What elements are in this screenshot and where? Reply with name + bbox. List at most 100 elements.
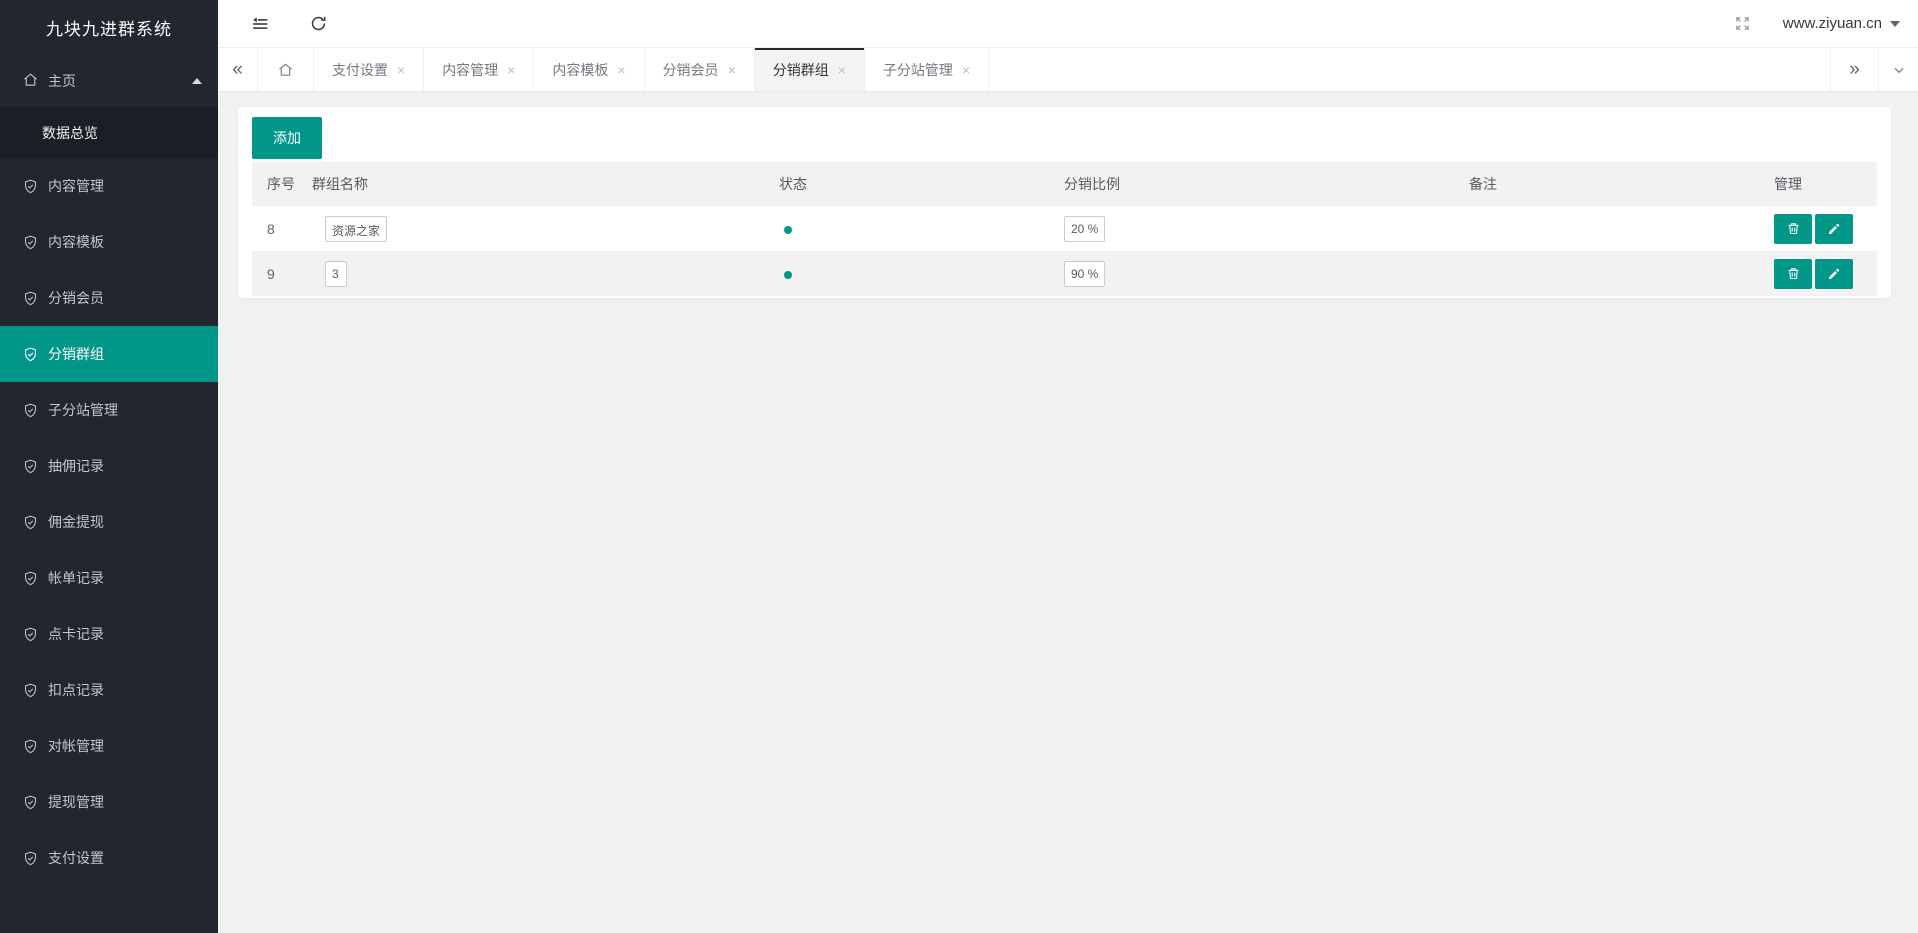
sidebar-item-label: 主页 xyxy=(48,71,192,91)
main-content: 添加 序号 群组名称 状态 分销比例 备注 管理 xyxy=(218,92,1918,933)
tabbar-spacer xyxy=(989,48,1830,91)
col-header-ratio: 分销比例 xyxy=(1049,162,1454,206)
tab-distribution-group[interactable]: 分销群组 × xyxy=(755,48,865,91)
edit-button[interactable] xyxy=(1815,214,1853,244)
table-header-row: 序号 群组名称 状态 分销比例 备注 管理 xyxy=(252,162,1877,206)
ratio-field[interactable]: 90 % xyxy=(1064,261,1105,287)
home-tab[interactable] xyxy=(258,48,314,91)
sidebar-item-data-overview[interactable]: 数据总览 xyxy=(0,107,218,158)
remark-cell xyxy=(1454,251,1759,296)
row-index: 8 xyxy=(252,206,297,251)
trash-icon xyxy=(1786,221,1801,236)
add-button[interactable]: 添加 xyxy=(252,117,322,159)
tabs-scroll-right-button[interactable]: » xyxy=(1830,48,1878,91)
refresh-icon[interactable] xyxy=(304,10,332,38)
shield-check-icon xyxy=(22,626,39,643)
sidebar-item-label: 支付设置 xyxy=(48,848,104,868)
collapse-menu-icon[interactable] xyxy=(246,10,274,38)
sidebar-item-label: 对帐管理 xyxy=(48,736,104,756)
sidebar-item-label: 内容管理 xyxy=(48,176,104,196)
app-title: 九块九进群系统 xyxy=(0,0,218,55)
sidebar-item-distribution-group[interactable]: 分销群组 xyxy=(0,326,218,382)
app-window: 九块九进群系统 主页 数据总览 内容管理 内容模板 分销会员 分销群组 xyxy=(0,0,1918,933)
sidebar: 九块九进群系统 主页 数据总览 内容管理 内容模板 分销会员 分销群组 xyxy=(0,0,218,933)
home-icon xyxy=(277,61,294,78)
shield-check-icon xyxy=(22,570,39,587)
tab-label: 子分站管理 xyxy=(883,60,953,80)
edit-button[interactable] xyxy=(1815,259,1853,289)
ratio-field[interactable]: 20 % xyxy=(1064,216,1105,242)
group-name-field[interactable]: 3 xyxy=(325,261,347,287)
sidebar-item-card-record[interactable]: 点卡记录 xyxy=(0,606,218,662)
sidebar-item-label: 分销群组 xyxy=(48,344,104,364)
col-header-index: 序号 xyxy=(252,162,297,206)
tabs-scroll-left-button[interactable]: « xyxy=(218,48,258,91)
col-header-remark: 备注 xyxy=(1454,162,1759,206)
sidebar-item-commission-withdraw[interactable]: 佣金提现 xyxy=(0,494,218,550)
sidebar-item-content-template[interactable]: 内容模板 xyxy=(0,214,218,270)
distribution-group-panel: 添加 序号 群组名称 状态 分销比例 备注 管理 xyxy=(238,107,1891,298)
tabbar: « 支付设置 × 内容管理 × 内容模板 × 分销会员 × 分销群组 × 子分站… xyxy=(218,48,1918,92)
tab-substation-manage[interactable]: 子分站管理 × xyxy=(865,48,989,91)
shield-check-icon xyxy=(22,682,39,699)
sidebar-item-label: 点卡记录 xyxy=(48,624,104,644)
chevron-down-icon xyxy=(1891,62,1907,78)
tab-content-manage[interactable]: 内容管理 × xyxy=(424,48,534,91)
pencil-icon xyxy=(1827,267,1841,281)
sidebar-item-reconciliation-manage[interactable]: 对帐管理 xyxy=(0,718,218,774)
pencil-icon xyxy=(1827,222,1841,236)
close-icon[interactable]: × xyxy=(728,63,736,77)
fullscreen-icon[interactable] xyxy=(1729,10,1757,38)
close-icon[interactable]: × xyxy=(397,63,405,77)
row-index: 9 xyxy=(252,251,297,296)
home-icon xyxy=(22,71,39,91)
sidebar-item-label: 帐单记录 xyxy=(48,568,104,588)
shield-check-icon xyxy=(22,458,39,475)
tab-label: 分销会员 xyxy=(663,60,719,80)
sidebar-item-substation-manage[interactable]: 子分站管理 xyxy=(0,382,218,438)
sidebar-item-withdraw-manage[interactable]: 提现管理 xyxy=(0,774,218,830)
sidebar-item-label: 佣金提现 xyxy=(48,512,104,532)
shield-check-icon xyxy=(22,346,39,363)
shield-check-icon xyxy=(22,514,39,531)
sidebar-item-commission-record[interactable]: 抽佣记录 xyxy=(0,438,218,494)
shield-check-icon xyxy=(22,178,39,195)
sidebar-item-content-manage[interactable]: 内容管理 xyxy=(0,158,218,214)
sidebar-item-label: 抽佣记录 xyxy=(48,456,104,476)
sidebar-item-payment-settings[interactable]: 支付设置 xyxy=(0,830,218,886)
tab-label: 内容模板 xyxy=(552,60,608,80)
site-dropdown-value: www.ziyuan.cn xyxy=(1783,15,1882,32)
shield-check-icon xyxy=(22,290,39,307)
shield-check-icon xyxy=(22,850,39,867)
site-dropdown[interactable]: www.ziyuan.cn xyxy=(1783,15,1900,32)
group-name-field[interactable]: 资源之家 xyxy=(325,216,387,242)
tab-content-template[interactable]: 内容模板 × xyxy=(534,48,644,91)
tab-payment-settings[interactable]: 支付设置 × xyxy=(314,48,424,91)
shield-check-icon xyxy=(22,738,39,755)
sidebar-item-bill-record[interactable]: 帐单记录 xyxy=(0,550,218,606)
sidebar-item-deduct-record[interactable]: 扣点记录 xyxy=(0,662,218,718)
sidebar-item-home[interactable]: 主页 xyxy=(0,55,218,107)
trash-icon xyxy=(1786,266,1801,281)
table-row: 9 3 90 % xyxy=(252,251,1877,296)
tab-label: 支付设置 xyxy=(332,60,388,80)
tab-label: 分销群组 xyxy=(773,60,829,80)
col-header-manage: 管理 xyxy=(1759,162,1877,206)
col-header-status: 状态 xyxy=(764,162,1049,206)
tabs-menu-button[interactable] xyxy=(1878,48,1918,91)
delete-button[interactable] xyxy=(1774,259,1812,289)
delete-button[interactable] xyxy=(1774,214,1812,244)
shield-check-icon xyxy=(22,234,39,251)
sidebar-item-label: 分销会员 xyxy=(48,288,104,308)
sidebar-item-label: 子分站管理 xyxy=(48,400,118,420)
col-header-name: 群组名称 xyxy=(297,162,764,206)
tab-distribution-member[interactable]: 分销会员 × xyxy=(645,48,755,91)
close-icon[interactable]: × xyxy=(838,63,846,77)
status-dot xyxy=(784,271,792,279)
close-icon[interactable]: × xyxy=(962,63,970,77)
close-icon[interactable]: × xyxy=(617,63,625,77)
sidebar-item-distribution-member[interactable]: 分销会员 xyxy=(0,270,218,326)
close-icon[interactable]: × xyxy=(507,63,515,77)
sidebar-item-label: 提现管理 xyxy=(48,792,104,812)
chevron-up-icon xyxy=(192,78,202,84)
